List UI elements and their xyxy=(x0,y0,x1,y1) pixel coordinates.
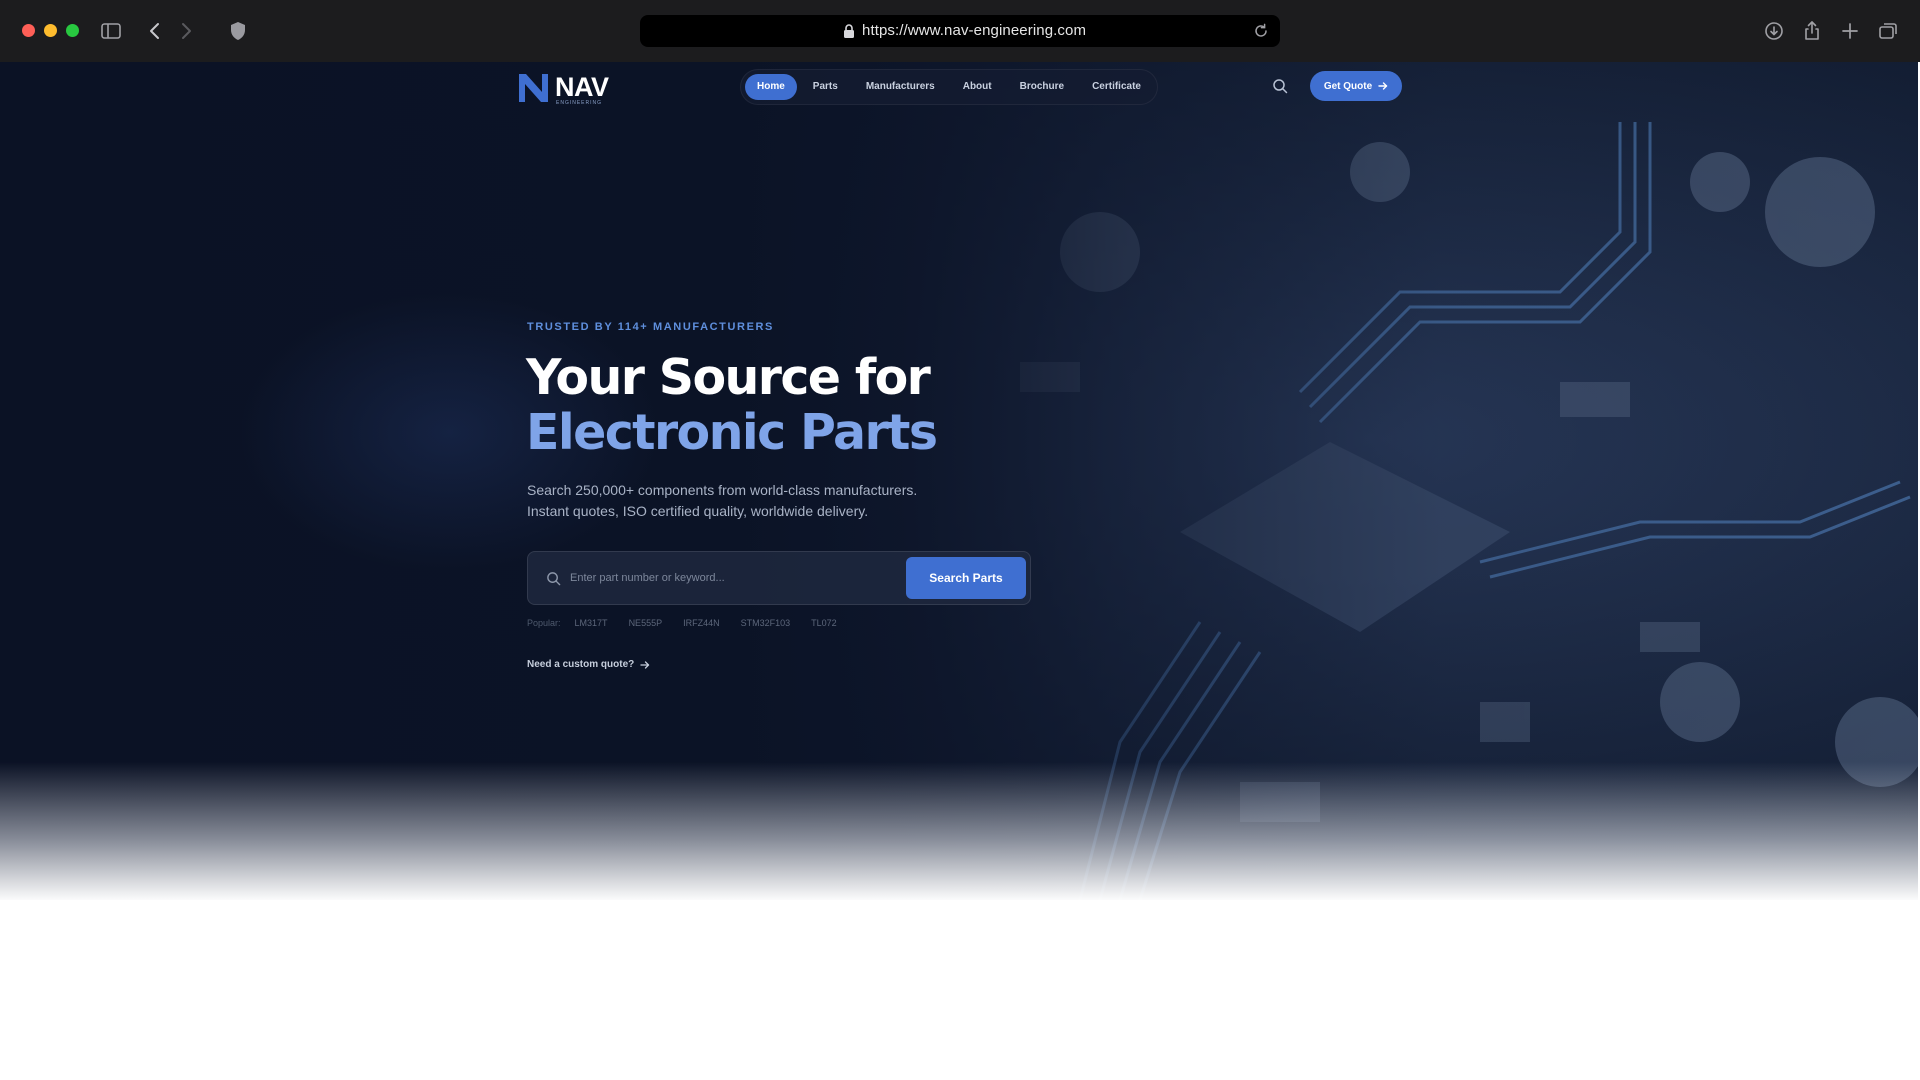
new-tab-icon[interactable] xyxy=(1838,19,1862,43)
nav-brochure[interactable]: Brochure xyxy=(1008,74,1076,100)
forward-icon[interactable] xyxy=(174,19,198,43)
popular-label: Popular: xyxy=(527,618,561,628)
tabs-overview-icon[interactable] xyxy=(1876,19,1900,43)
close-window-button[interactable] xyxy=(22,24,35,37)
part-search-input[interactable] xyxy=(568,562,888,594)
reload-icon[interactable] xyxy=(1252,22,1270,40)
download-icon[interactable] xyxy=(1762,19,1786,43)
nav-home[interactable]: Home xyxy=(745,74,797,100)
shield-icon[interactable] xyxy=(226,19,250,43)
search-parts-button[interactable]: Search Parts xyxy=(906,557,1026,599)
site-logo[interactable]: NAV ENGINEERING xyxy=(517,68,612,108)
hero-eyebrow: TRUSTED BY 114+ MANUFACTURERS xyxy=(527,321,774,333)
nav-parts[interactable]: Parts xyxy=(801,74,850,100)
share-icon[interactable] xyxy=(1800,19,1824,43)
part-search-box: Search Parts xyxy=(527,551,1031,605)
arrow-right-icon xyxy=(1378,82,1388,90)
nav-certificate[interactable]: Certificate xyxy=(1080,74,1153,100)
headline-line-1: Your Source for xyxy=(526,349,931,406)
logo-text: NAV xyxy=(555,72,609,102)
hero-bottom-fade xyxy=(0,762,1918,900)
lock-icon xyxy=(844,24,854,38)
hero-section: NAV ENGINEERING Home Parts Manufacturers… xyxy=(0,62,1918,900)
nav-manufacturers[interactable]: Manufacturers xyxy=(854,74,947,100)
get-quote-button[interactable]: Get Quote xyxy=(1310,71,1402,101)
logo-mark-icon xyxy=(519,74,548,102)
hero-subtext: Search 250,000+ components from world-cl… xyxy=(527,480,917,522)
custom-quote-link[interactable]: Need a custom quote? xyxy=(527,659,650,670)
popular-tag[interactable]: IRFZ44N xyxy=(683,618,720,628)
get-quote-label: Get Quote xyxy=(1323,80,1373,92)
address-bar[interactable]: https://www.nav-engineering.com xyxy=(640,15,1280,47)
subtext-line-2: Instant quotes, ISO certified quality, w… xyxy=(527,503,869,519)
headline-line-2: Electronic Parts xyxy=(526,404,938,461)
url-text: https://www.nav-engineering.com xyxy=(862,22,1087,39)
popular-tag[interactable]: TL072 xyxy=(811,618,837,628)
page-viewport: NAV ENGINEERING Home Parts Manufacturers… xyxy=(0,62,1920,1080)
main-nav: Home Parts Manufacturers About Brochure … xyxy=(740,69,1158,105)
popular-tag[interactable]: STM32F103 xyxy=(741,618,791,628)
popular-tag[interactable]: NE555P xyxy=(629,618,663,628)
nav-about[interactable]: About xyxy=(951,74,1004,100)
arrow-right-icon xyxy=(640,660,650,669)
logo-subtext: ENGINEERING xyxy=(556,100,603,106)
maximize-window-button[interactable] xyxy=(66,24,79,37)
popular-tag[interactable]: LM317T xyxy=(575,618,608,628)
search-icon[interactable] xyxy=(1272,78,1288,94)
search-icon xyxy=(547,572,561,586)
popular-searches: Popular: LM317T NE555P IRFZ44N STM32F103… xyxy=(527,618,858,628)
browser-toolbar: https://www.nav-engineering.com xyxy=(0,0,1920,62)
custom-quote-label: Need a custom quote? xyxy=(527,659,635,670)
back-icon[interactable] xyxy=(143,19,167,43)
sidebar-icon[interactable] xyxy=(99,19,123,43)
subtext-line-1: Search 250,000+ components from world-cl… xyxy=(527,482,918,498)
minimize-window-button[interactable] xyxy=(44,24,57,37)
hero-headline: Your Source for Electronic Parts xyxy=(526,349,938,461)
